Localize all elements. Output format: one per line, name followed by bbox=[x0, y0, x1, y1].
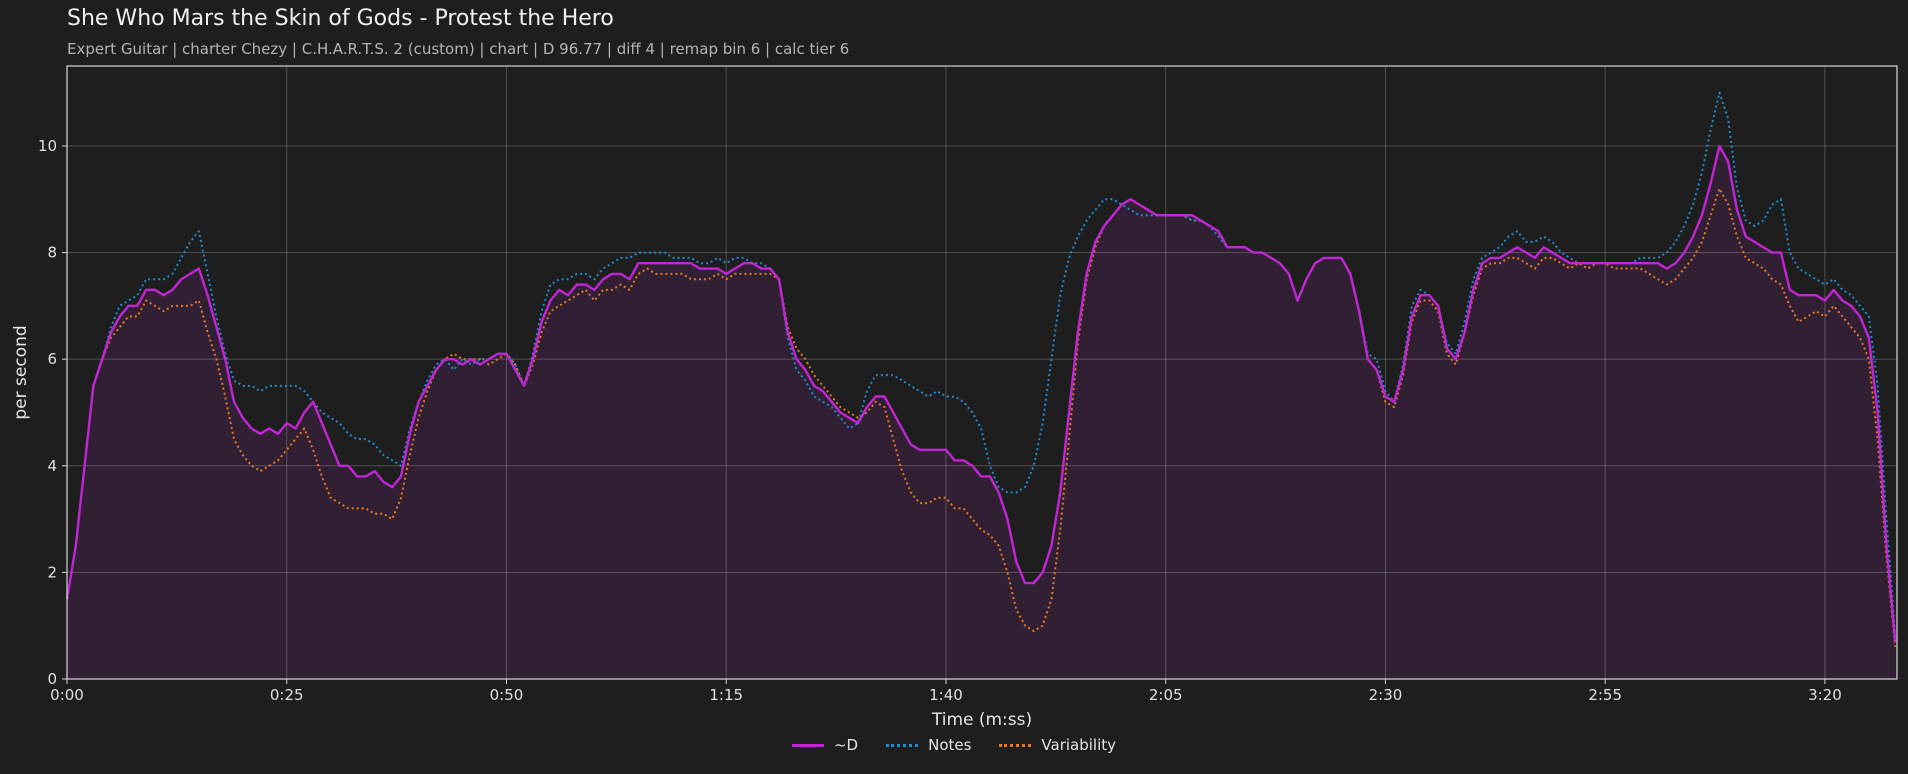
x-tick-label: 1:15 bbox=[709, 686, 743, 704]
legend-item: Variability bbox=[999, 736, 1116, 754]
x-tick-label: 0:50 bbox=[490, 686, 524, 704]
legend-swatch bbox=[886, 743, 919, 747]
legend: ~D Notes Variability bbox=[0, 736, 1908, 754]
legend-label: Notes bbox=[928, 736, 972, 754]
y-tick-label: 0 bbox=[47, 670, 57, 688]
y-tick-label: 6 bbox=[47, 350, 57, 368]
y-tick-label: 8 bbox=[47, 244, 57, 262]
legend-item: Notes bbox=[886, 736, 971, 754]
x-tick-label: 1:40 bbox=[929, 686, 963, 704]
legend-label: Variability bbox=[1041, 736, 1117, 754]
legend-item: ~D bbox=[791, 736, 859, 754]
y-axis-label: per second bbox=[11, 325, 31, 419]
x-tick-label: 2:55 bbox=[1588, 686, 1622, 704]
y-tick-label: 10 bbox=[38, 137, 57, 155]
x-axis-label: Time (m:ss) bbox=[931, 710, 1032, 730]
y-tick-label: 4 bbox=[47, 457, 57, 475]
x-tick-label: 2:05 bbox=[1149, 686, 1183, 704]
chart-canvas: 0:000:250:501:151:402:052:302:553:203:45… bbox=[11, 65, 1898, 730]
legend-label: ~D bbox=[833, 736, 859, 754]
legend-swatch bbox=[791, 743, 824, 747]
legend-swatch bbox=[999, 743, 1032, 747]
x-tick-label: 0:25 bbox=[270, 686, 304, 704]
x-tick-label: 2:30 bbox=[1369, 686, 1403, 704]
y-tick-label: 2 bbox=[47, 563, 57, 581]
x-tick-label: 3:20 bbox=[1808, 686, 1842, 704]
x-tick-label: 0:00 bbox=[50, 686, 84, 704]
